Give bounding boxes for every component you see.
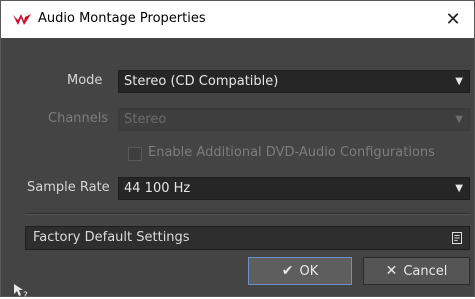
sample-rate-select[interactable]: 44 100 Hz ▼ [118, 177, 470, 200]
dvd-audio-checkbox-label: Enable Additional DVD-Audio Configuratio… [148, 145, 435, 160]
checkmark-icon: ✔ [281, 263, 294, 279]
cancel-button[interactable]: ✕ Cancel [363, 257, 470, 285]
svg-text:?: ? [23, 291, 28, 299]
sample-rate-label: Sample Rate [27, 180, 110, 195]
preset-menu-icon[interactable] [451, 231, 463, 245]
cancel-button-label: Cancel [403, 263, 448, 279]
title-bar: Audio Montage Properties ✕ [1, 1, 474, 38]
dialog-window: Audio Montage Properties ✕ Mode Stereo (… [0, 0, 475, 299]
chevron-down-icon: ▼ [455, 114, 463, 125]
mode-label: Mode [67, 73, 103, 88]
divider-highlight [25, 214, 471, 215]
wavelab-logo-icon [13, 14, 31, 25]
preset-bar[interactable]: Factory Default Settings [25, 226, 470, 250]
ok-button-label: OK [299, 263, 319, 279]
sample-rate-value: 44 100 Hz [124, 181, 191, 196]
channels-label: Channels [48, 111, 109, 126]
close-icon: ✕ [445, 8, 461, 30]
close-button[interactable]: ✕ [440, 6, 466, 32]
ok-button[interactable]: ✔ OK [248, 257, 352, 285]
preset-label: Factory Default Settings [33, 230, 190, 245]
chevron-down-icon: ▼ [455, 76, 463, 87]
mode-select[interactable]: Stereo (CD Compatible) ▼ [118, 70, 470, 93]
window-title: Audio Montage Properties [38, 11, 206, 26]
channels-select[interactable]: Stereo ▼ [118, 108, 470, 131]
dialog-content: Mode Stereo (CD Compatible) ▼ Channels S… [1, 39, 474, 299]
chevron-down-icon: ▼ [455, 183, 463, 194]
mode-value: Stereo (CD Compatible) [124, 74, 279, 89]
x-icon: ✕ [385, 263, 398, 279]
dvd-audio-checkbox[interactable] [128, 147, 142, 161]
channels-value: Stereo [124, 112, 167, 127]
